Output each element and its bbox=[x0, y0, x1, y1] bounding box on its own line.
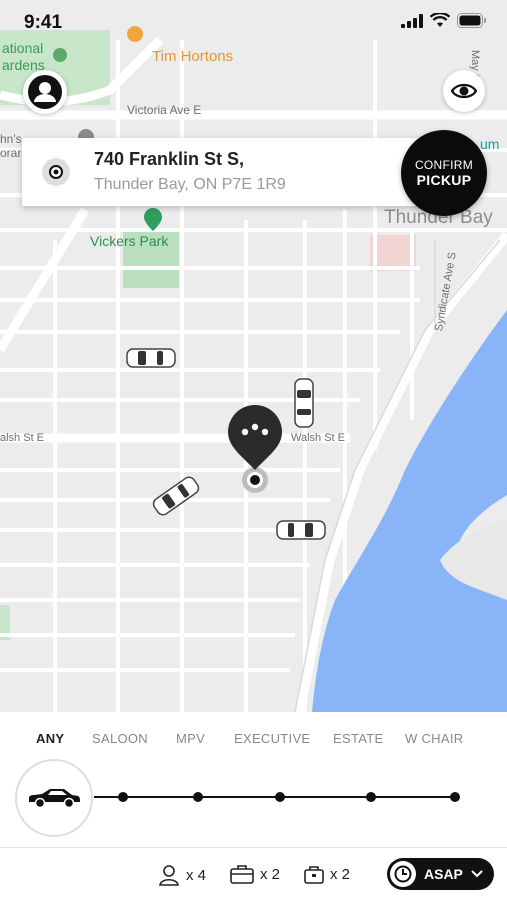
clock-icon bbox=[390, 861, 416, 887]
vehicle-tab-mpv[interactable]: MPV bbox=[176, 731, 205, 746]
clock-face bbox=[394, 865, 412, 883]
luggage-capacity: x 2 bbox=[230, 864, 280, 884]
slider-stop-mpv[interactable] bbox=[193, 792, 203, 802]
time-select-button[interactable]: ASAP bbox=[387, 858, 494, 890]
time-select-label: ASAP bbox=[424, 866, 463, 882]
target-icon bbox=[49, 165, 63, 179]
slider-stop-w-chair[interactable] bbox=[450, 792, 460, 802]
wifi-icon bbox=[430, 13, 450, 27]
map-label-johns: hn's orari bbox=[0, 132, 25, 160]
slider-stop-saloon[interactable] bbox=[118, 792, 128, 802]
hand-luggage-count: x 2 bbox=[330, 865, 351, 883]
vehicle-tab-estate[interactable]: ESTATE bbox=[333, 731, 383, 746]
car-icon bbox=[29, 789, 80, 809]
eye-icon bbox=[451, 83, 477, 99]
address-street: 740 Franklin St S, bbox=[94, 149, 245, 169]
hand-luggage-capacity: x 2 bbox=[304, 864, 350, 884]
map-label-walsh-st-right: Walsh St E bbox=[291, 432, 345, 444]
car-icon bbox=[126, 348, 176, 368]
suitcase-icon bbox=[230, 865, 254, 884]
map-label-victoria-ave: Victoria Ave E bbox=[127, 103, 202, 117]
address-city: Thunder Bay, ON P7E 1R9 bbox=[94, 176, 286, 193]
vehicle-tab-any[interactable]: ANY bbox=[36, 731, 64, 746]
vehicle-tab-executive[interactable]: EXECUTIVE bbox=[234, 731, 310, 746]
status-time: 9:41 bbox=[24, 12, 63, 33]
signal-icon bbox=[401, 13, 423, 28]
pickup-pin-icon bbox=[42, 158, 70, 186]
slider-stop-executive[interactable] bbox=[275, 792, 285, 802]
passengers-capacity: x 4 bbox=[158, 864, 206, 886]
map-label-gardens: ational ardens bbox=[2, 40, 45, 73]
car-icon bbox=[294, 378, 314, 428]
slider-stop-estate[interactable] bbox=[366, 792, 376, 802]
chevron-down-icon bbox=[471, 870, 483, 878]
map-streets bbox=[0, 26, 507, 712]
profile-button[interactable] bbox=[23, 70, 67, 114]
pickup-address-card[interactable]: 740 Franklin St S, Thunder Bay, ON P7E 1… bbox=[22, 138, 442, 206]
luggage-count: x 2 bbox=[260, 865, 281, 883]
location-pin-icon[interactable] bbox=[227, 405, 283, 495]
battery-icon bbox=[457, 13, 486, 28]
status-bar: 9:41 bbox=[0, 0, 507, 44]
pickup-label: PICKUP bbox=[416, 172, 472, 188]
map-label-walsh-st-left: alsh St E bbox=[0, 432, 45, 444]
map-label-tim-hortons: Tim Hortons bbox=[152, 48, 234, 65]
passengers-count: x 4 bbox=[186, 866, 207, 884]
map-label-um: um bbox=[480, 136, 500, 152]
vehicle-tab-w-chair[interactable]: W CHAIR bbox=[405, 731, 463, 746]
map-view[interactable]: ational ardens Tim Hortons Victoria Ave E… bbox=[0, 0, 507, 712]
vehicle-slider-knob[interactable] bbox=[15, 759, 93, 837]
vehicle-panel: ANY SALOON MPV EXECUTIVE ESTATE W CHAIR … bbox=[0, 712, 507, 900]
confirm-pickup-button[interactable]: CONFIRM PICKUP bbox=[401, 130, 487, 216]
profile-icon bbox=[28, 75, 62, 109]
panel-divider bbox=[0, 847, 507, 848]
person-icon bbox=[159, 865, 179, 886]
visibility-button[interactable] bbox=[443, 70, 485, 112]
status-icons bbox=[401, 13, 487, 28]
vehicle-tab-saloon[interactable]: SALOON bbox=[92, 731, 148, 746]
bag-icon bbox=[304, 866, 324, 884]
car-icon bbox=[276, 520, 326, 540]
map-label-vickers-park: Vickers Park bbox=[90, 233, 169, 249]
confirm-label: CONFIRM bbox=[414, 158, 474, 172]
